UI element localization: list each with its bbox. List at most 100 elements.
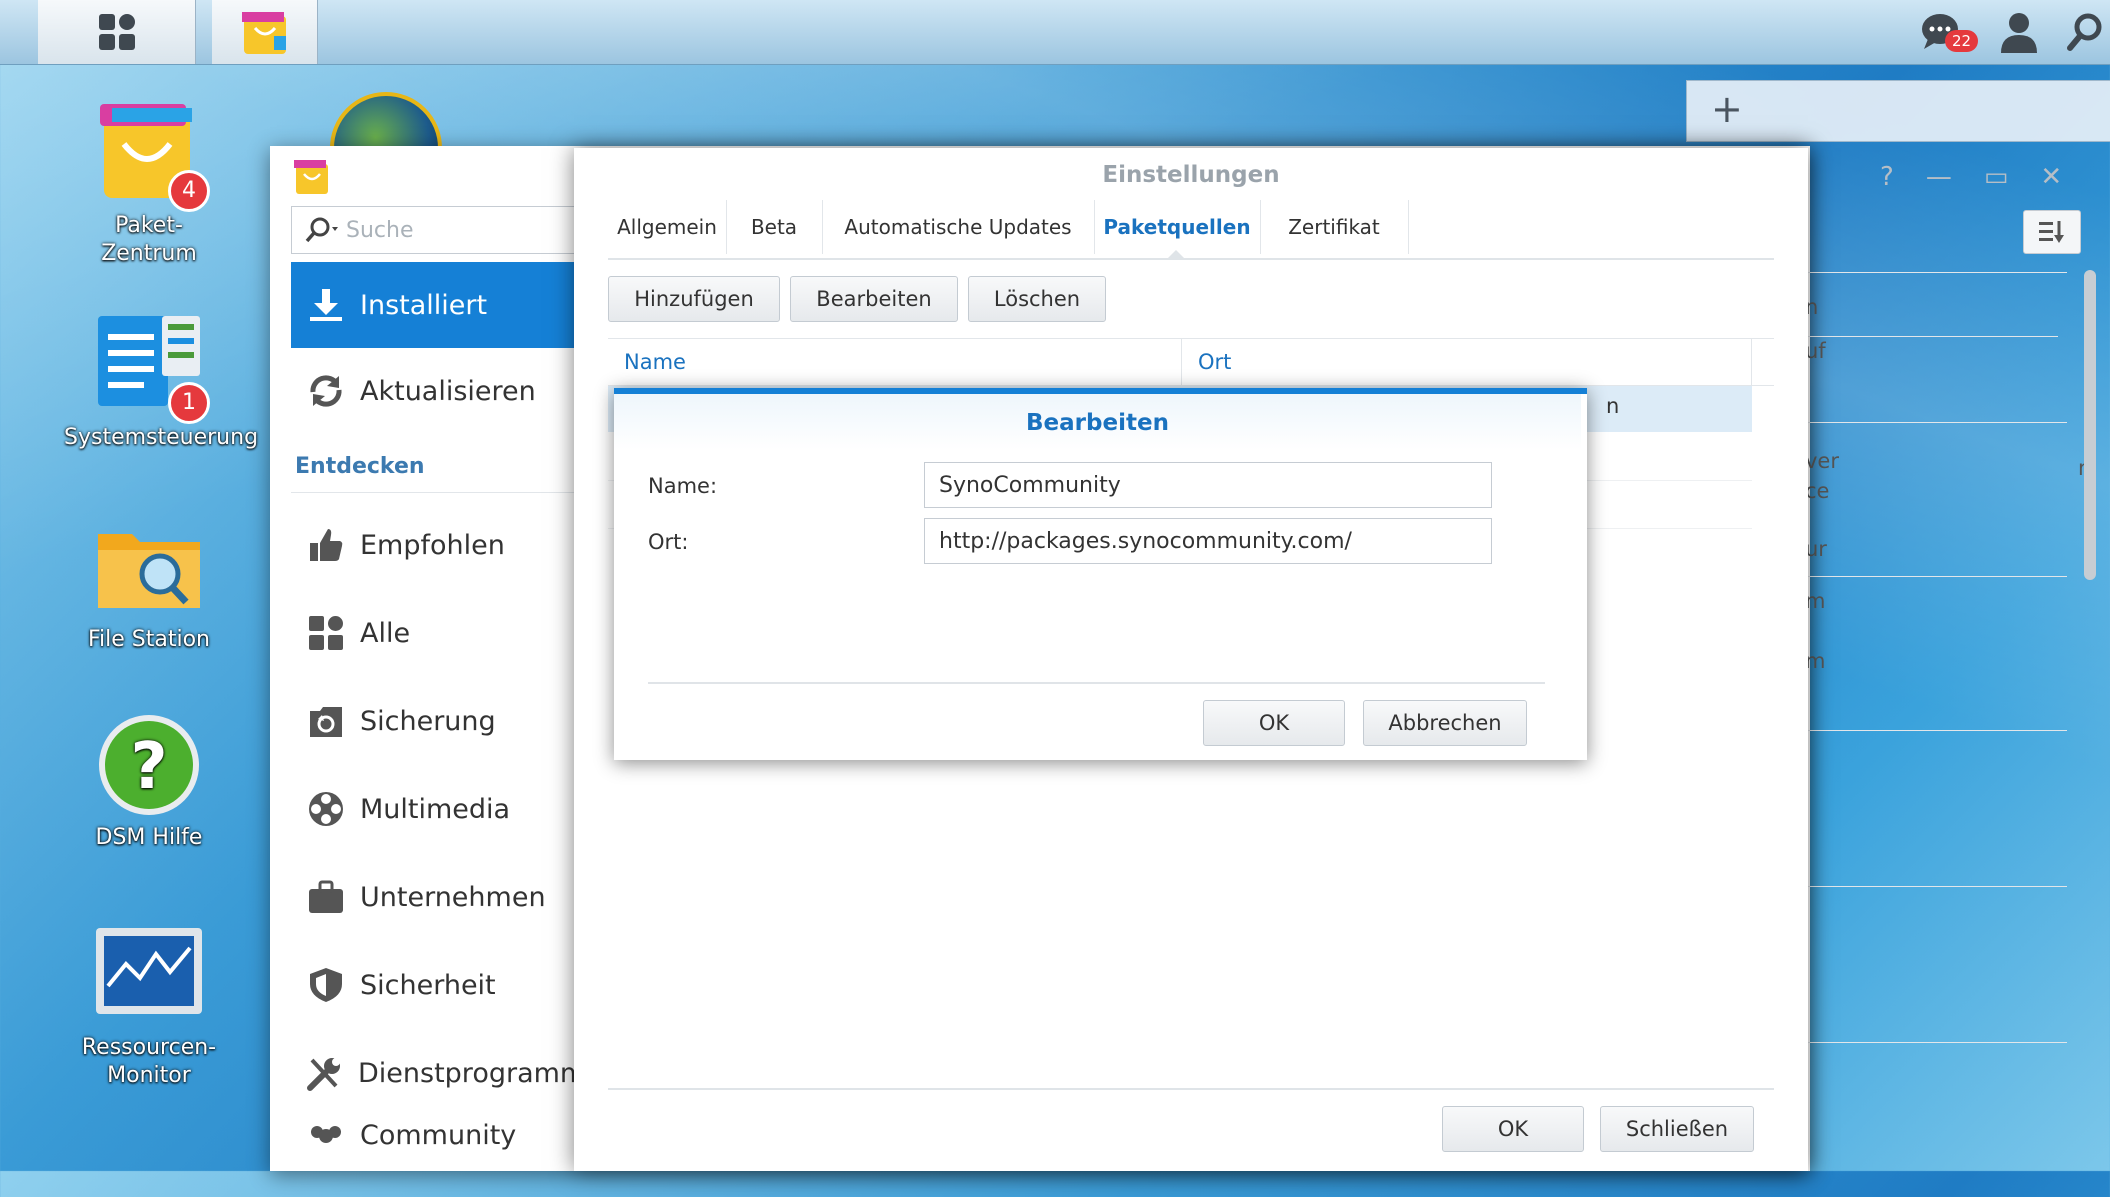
sidebar-item-backup[interactable]: Sicherung [291, 678, 576, 764]
refresh-icon [306, 371, 346, 411]
download-icon [306, 285, 346, 325]
shopping-bag-icon: 4 [94, 98, 210, 212]
sidebar-item-multimedia[interactable]: Multimedia [291, 766, 576, 852]
location-label: Ort: [648, 530, 689, 554]
sidebar-item-label: Alle [360, 617, 411, 649]
tab-general[interactable]: Allgemein [608, 200, 727, 254]
sidebar-item-utilities[interactable]: Dienstprogramme [291, 1030, 603, 1116]
main-menu-button[interactable] [38, 0, 196, 64]
dialog-title: Bearbeiten [1026, 410, 1169, 436]
svg-text:?: ? [130, 730, 167, 804]
location-field[interactable]: http://packages.synocommunity.com/ [924, 518, 1492, 564]
location-field-value: http://packages.synocommunity.com/ [939, 528, 1352, 554]
desktop-icon-label: DSM Hilfe [95, 825, 203, 850]
list-fragment: uf [1805, 339, 1826, 363]
edit-button[interactable]: Bearbeiten [790, 276, 958, 322]
help-icon: ? [94, 710, 204, 820]
widget-panel: + [1686, 80, 2110, 142]
badge: 1 [168, 382, 210, 424]
sidebar-item-community[interactable]: Community [291, 1112, 576, 1152]
column-header-name[interactable]: Name [608, 339, 1182, 385]
notification-badge: 22 [1945, 30, 1979, 52]
table-header: Name Ort [608, 338, 1774, 386]
tab-certificate[interactable]: Zertifikat [1260, 200, 1409, 254]
desktop-icon-control-panel[interactable]: 1 Systemsteuerung [64, 310, 259, 452]
sidebar-item-label: Empfohlen [360, 529, 505, 561]
sidebar-item-business[interactable]: Unternehmen [291, 854, 576, 940]
desktop-icon-label: Monitor [107, 1063, 191, 1088]
list-fragment: m [1805, 649, 1826, 673]
package-center-sidebar: Suche Installiert Aktualisieren Entdecke… [270, 146, 603, 1171]
row-fragment: n [1606, 394, 1620, 418]
user-button[interactable] [1983, 0, 2055, 64]
desktop-icon-label: Systemsteuerung [64, 425, 259, 450]
sort-button[interactable] [2023, 210, 2081, 254]
package-center-app-icon [292, 158, 332, 200]
user-icon [2001, 13, 2037, 53]
search-icon [2067, 13, 2102, 51]
taskbar-package-center[interactable] [212, 0, 318, 64]
sidebar-item-security[interactable]: Sicherheit [291, 942, 576, 1028]
column-header-location[interactable]: Ort [1182, 339, 1752, 385]
tab-auto-updates[interactable]: Automatische Updates [822, 200, 1095, 254]
monitor-chart-icon [94, 920, 204, 1030]
badge: 4 [168, 170, 210, 212]
delete-button[interactable]: Löschen [968, 276, 1106, 322]
add-widget-icon[interactable]: + [1711, 87, 1743, 131]
sidebar-item-recommended[interactable]: Empfohlen [291, 502, 576, 588]
sidebar-item-label: Community [360, 1120, 517, 1151]
desktop-icon-label: Ressourcen- [81, 1035, 217, 1060]
tab-package-sources[interactable]: Paketquellen [1094, 200, 1261, 254]
search-button[interactable] [2060, 0, 2110, 64]
section-header-discover: Entdecken [295, 454, 425, 479]
ok-button[interactable]: OK [1442, 1106, 1584, 1152]
sidebar-item-label: Installiert [360, 289, 488, 321]
tools-icon [306, 1053, 344, 1093]
search-box[interactable]: Suche [291, 206, 581, 254]
name-field-value: SynoCommunity [939, 472, 1121, 498]
close-icon[interactable]: ✕ [2040, 162, 2062, 192]
sidebar-item-label: Sicherheit [360, 969, 496, 1001]
shield-icon [306, 965, 346, 1005]
desktop-icon-resource-monitor[interactable]: Ressourcen- Monitor [64, 920, 234, 1090]
dialog-ok-button[interactable]: OK [1203, 700, 1345, 746]
search-icon [305, 217, 338, 243]
add-button[interactable]: Hinzufügen [608, 276, 780, 322]
sidebar-item-label: Sicherung [360, 705, 496, 737]
sidebar-item-update[interactable]: Aktualisieren [291, 348, 576, 434]
scrollbar[interactable] [2084, 270, 2096, 580]
name-label: Name: [648, 474, 718, 498]
sidebar-item-all[interactable]: Alle [291, 590, 576, 676]
name-field[interactable]: SynoCommunity [924, 462, 1492, 508]
grid-icon [98, 14, 135, 50]
footer-divider [608, 1088, 1774, 1090]
sidebar-item-label: Unternehmen [360, 881, 546, 913]
window-title: Einstellungen [1102, 162, 1280, 188]
film-reel-icon [306, 789, 346, 829]
tab-underline [608, 258, 1774, 260]
desktop-icon-package-center[interactable]: 4 Paket- Zentrum [64, 98, 234, 268]
backup-icon [306, 701, 346, 741]
list-fragment: m [1805, 589, 1826, 613]
tab-beta[interactable]: Beta [726, 200, 823, 254]
active-tab-pointer [1167, 250, 1185, 259]
minimize-icon[interactable]: — [1926, 162, 1952, 192]
close-button[interactable]: Schließen [1600, 1106, 1754, 1152]
list-fragment: ce [1805, 479, 1830, 503]
folder-search-icon [94, 512, 204, 622]
help-icon[interactable]: ? [1880, 162, 1894, 192]
list-fragment: ver [1805, 449, 1839, 473]
thumbs-up-icon [306, 525, 346, 565]
divider [291, 492, 576, 493]
sidebar-item-label: Dienstprogramme [358, 1057, 603, 1089]
sidebar-item-label: Multimedia [360, 793, 511, 825]
maximize-icon[interactable]: ▭ [1984, 162, 2009, 192]
shopping-bag-icon [241, 12, 286, 54]
desktop-icon-label: Paket- [115, 213, 183, 238]
notifications-button[interactable]: 22 [1905, 0, 1979, 64]
briefcase-icon [306, 877, 346, 917]
sidebar-item-installed[interactable]: Installiert [291, 262, 576, 348]
desktop-icon-file-station[interactable]: File Station [64, 512, 234, 654]
desktop-icon-dsm-help[interactable]: ? DSM Hilfe [64, 710, 234, 852]
dialog-cancel-button[interactable]: Abbrechen [1363, 700, 1527, 746]
